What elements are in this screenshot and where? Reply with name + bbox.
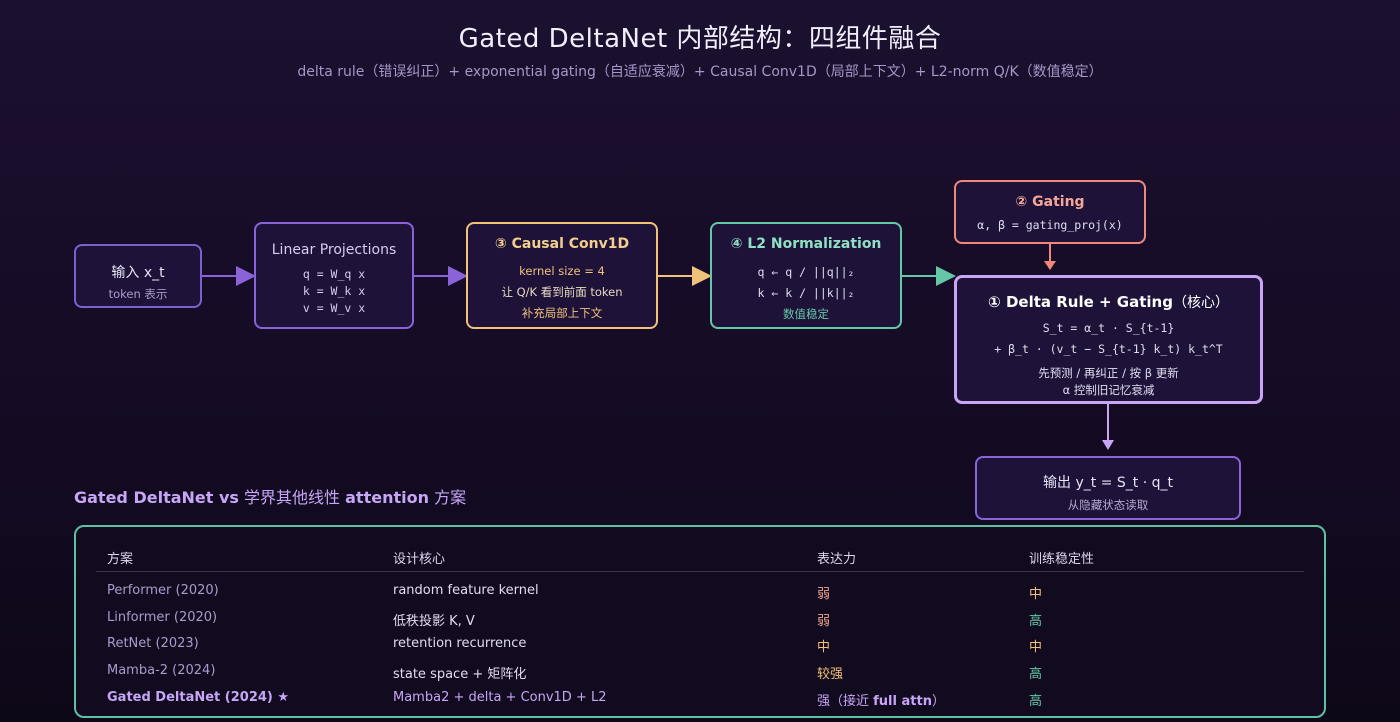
row-scheme: Performer (2020) — [107, 583, 219, 598]
causal-conv1d-node: ③ Causal Conv1D kernel size = 4 让 Q/K 看到… — [466, 222, 658, 329]
row-core: 低秩投影 K, V — [393, 614, 475, 629]
row-stability: 中 — [1029, 587, 1043, 602]
output-title: 输出 y_t = S_t · q_t — [1043, 475, 1173, 491]
delta-title: ① Delta Rule + Gating — [988, 293, 1173, 311]
proj-line-q: q = W_q x — [302, 267, 366, 281]
row-expressiveness: 中 — [817, 640, 831, 655]
output-node: 输出 y_t = S_t · q_t 从隐藏状态读取 — [975, 456, 1241, 520]
delta-formula-1: S_t = α_t · S_{t-1} — [1042, 321, 1175, 335]
linear-projections-node: Linear Projections q = W_q x k = W_k x v… — [254, 222, 414, 329]
gating-formula: α, β = gating_proj(x) — [977, 218, 1123, 232]
row-expressiveness-bold: full attn — [873, 694, 932, 709]
row-core: retention recurrence — [393, 636, 527, 651]
l2-note: 数值稳定 — [783, 307, 829, 321]
comparison-title-end: 方案 — [428, 488, 467, 507]
delta-note-1: 先预测 / 再纠正 / 按 β 更新 — [1038, 366, 1179, 380]
row-scheme: Gated DeltaNet (2024) ★ — [107, 690, 290, 705]
header-core: 设计核心 — [393, 552, 446, 567]
delta-formula-2: + β_t · (v_t − S_{t-1} k_t) k_t^T — [994, 342, 1223, 356]
arrow-output-head — [1102, 440, 1114, 450]
l2-title: ④ L2 Normalization — [730, 236, 882, 252]
delta-rule-gating-node: ① Delta Rule + Gating（核心） S_t = α_t · S_… — [954, 275, 1263, 404]
comparison-title-mid: 学界其他线性 — [238, 488, 346, 507]
comparison-title: Gated DeltaNet vs 学界其他线性 attention 方案 — [74, 484, 466, 508]
row-core: Mamba2 + delta + Conv1D + L2 — [393, 690, 607, 705]
row-stability: 中 — [1029, 640, 1043, 655]
input-title: 输入 x_t — [111, 265, 165, 281]
header-stability: 训练稳定性 — [1029, 552, 1095, 567]
row-scheme: RetNet (2023) — [107, 636, 199, 651]
proj-title: Linear Projections — [271, 242, 397, 258]
output-subtitle: 从隐藏状态读取 — [1067, 498, 1149, 512]
gating-node: ② Gating α, β = gating_proj(x) — [954, 180, 1146, 244]
header-divider — [96, 571, 1304, 572]
proj-line-k: k = W_k x — [302, 284, 366, 298]
comparison-title-bold-2: attention — [345, 488, 429, 507]
l2-normalization-node: ④ L2 Normalization q ← q / ||q||₂ k ← k … — [710, 222, 902, 329]
row-expressiveness: 较强 — [817, 667, 844, 682]
comparison-table: 方案 设计核心 表达力 训练稳定性 Performer (2020) rando… — [74, 525, 1326, 718]
comparison-title-bold-1: Gated DeltaNet vs — [74, 488, 239, 507]
row-expressiveness: 强（接近 full attn） — [817, 690, 945, 709]
row-expressiveness: 弱 — [817, 587, 831, 602]
conv-line-2: 让 Q/K 看到前面 token — [501, 285, 623, 299]
proj-line-v: v = W_v x — [302, 301, 366, 315]
input-node: 输入 x_t token 表示 — [74, 244, 202, 308]
row-expressiveness-pre: 强（接近 — [817, 694, 874, 709]
conv-line-3: 补充局部上下文 — [521, 306, 603, 320]
conv-line-1: kernel size = 4 — [519, 264, 605, 278]
row-expressiveness-post: ） — [931, 694, 945, 709]
gating-title: ② Gating — [1015, 194, 1085, 210]
conv-title: ③ Causal Conv1D — [494, 236, 630, 252]
row-scheme: Mamba-2 (2024) — [107, 663, 216, 678]
header-scheme: 方案 — [107, 552, 134, 567]
delta-title-suffix: （核心） — [1172, 295, 1229, 311]
input-subtitle: token 表示 — [108, 287, 168, 301]
row-stability: 高 — [1029, 614, 1043, 629]
l2-line-q: q ← q / ||q||₂ — [757, 265, 855, 279]
delta-note-2: α 控制旧记忆衰减 — [1062, 383, 1155, 397]
row-stability: 高 — [1029, 667, 1043, 682]
row-core: random feature kernel — [393, 583, 539, 598]
row-expressiveness: 弱 — [817, 614, 831, 629]
arrow-gating-head — [1044, 261, 1056, 270]
l2-line-k: k ← k / ||k||₂ — [757, 286, 855, 300]
header-expressiveness: 表达力 — [817, 552, 857, 567]
row-core: state space + 矩阵化 — [393, 667, 527, 682]
row-stability: 高 — [1029, 694, 1043, 709]
row-scheme: Linformer (2020) — [107, 610, 218, 625]
